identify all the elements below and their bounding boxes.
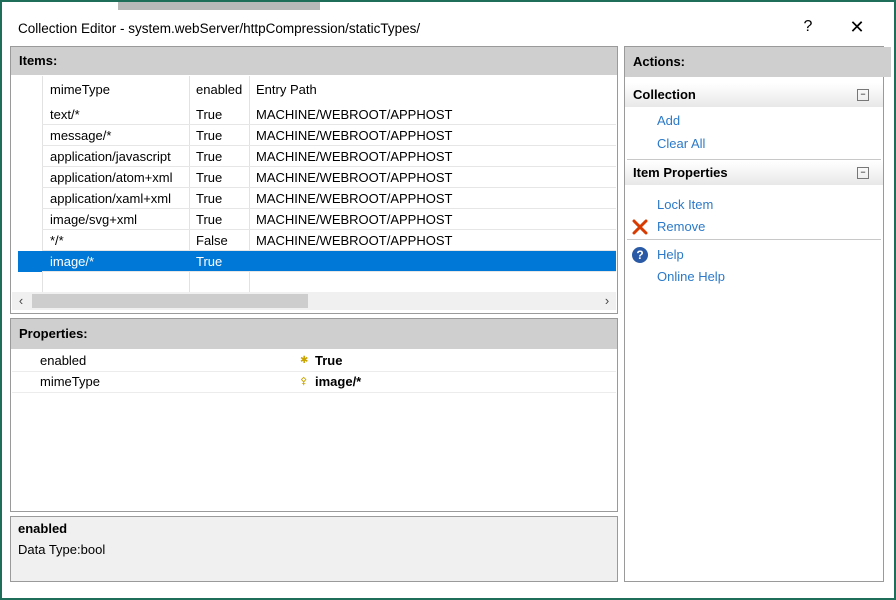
cell-enabled: True xyxy=(196,170,223,185)
properties-grid[interactable]: enabled ✱ True mimeType ⚴ image/* xyxy=(12,350,616,394)
table-row[interactable]: text/* True MACHINE/WEBROOT/APPHOST xyxy=(12,104,616,125)
items-grid[interactable]: mimeType enabled Entry Path text/* True MA… xyxy=(12,76,616,292)
window-title: Collection Editor - system.webServer/htt… xyxy=(18,21,421,36)
property-name: mimeType xyxy=(40,374,100,389)
cell-entry-path: MACHINE/WEBROOT/APPHOST xyxy=(256,170,453,185)
collection-title: Collection xyxy=(633,87,696,102)
cell-mimetype: message/* xyxy=(50,128,112,143)
close-button[interactable]: ✕ xyxy=(843,14,871,40)
cell-entry-path: MACHINE/WEBROOT/APPHOST xyxy=(256,128,453,143)
scroll-left-icon[interactable]: ‹ xyxy=(12,292,30,310)
column-header-mimetype[interactable]: mimeType xyxy=(50,76,110,104)
online-help-link[interactable]: Online Help xyxy=(657,269,725,284)
table-row[interactable]: message/* True MACHINE/WEBROOT/APPHOST xyxy=(12,125,616,146)
column-header-entry-path[interactable]: Entry Path xyxy=(256,76,317,104)
cell-mimetype: image/* xyxy=(50,254,95,269)
description-title: enabled xyxy=(18,521,68,536)
cell-entry-path: MACHINE/WEBROOT/APPHOST xyxy=(256,191,453,206)
cell-mimetype: application/atom+xml xyxy=(50,170,173,185)
remove-icon xyxy=(632,219,648,235)
table-row[interactable]: image/svg+xml True MACHINE/WEBROOT/APPHOST xyxy=(12,209,616,230)
cell-enabled: True xyxy=(196,212,223,227)
cell-entry-path: MACHINE/WEBROOT/APPHOST xyxy=(256,233,453,248)
description-text: Data Type:bool xyxy=(18,542,106,557)
scroll-right-icon[interactable]: › xyxy=(598,292,616,310)
row-divider xyxy=(42,271,616,272)
column-header-enabled[interactable]: enabled xyxy=(196,76,242,104)
cell-mimetype: text/* xyxy=(50,107,80,122)
grid-header-row: mimeType enabled Entry Path xyxy=(12,76,616,104)
table-row[interactable]: application/javascript True MACHINE/WEBROO… xyxy=(12,146,616,167)
cell-mimetype: image/svg+xml xyxy=(50,212,138,227)
section-divider xyxy=(627,239,881,240)
property-value[interactable]: image/* xyxy=(315,371,361,392)
cell-entry-path: MACHINE/WEBROOT/APPHOST xyxy=(256,212,453,227)
table-row[interactable]: */* False MACHINE/WEBROOT/APPHOST xyxy=(12,230,616,251)
properties-header: Properties: xyxy=(11,319,617,349)
cell-enabled: True xyxy=(196,107,223,122)
cell-entry-path: MACHINE/WEBROOT/APPHOST xyxy=(256,107,453,122)
collapse-icon[interactable]: − xyxy=(857,89,869,101)
collection-section[interactable]: Collection − xyxy=(625,83,883,107)
help-icon: ? xyxy=(632,247,648,263)
property-value[interactable]: True xyxy=(315,350,342,371)
remove-link[interactable]: Remove xyxy=(657,219,705,234)
drag-strip xyxy=(118,2,320,10)
item-properties-section[interactable]: Item Properties − xyxy=(625,161,883,185)
cell-mimetype: application/javascript xyxy=(50,149,171,164)
actions-header: Actions: xyxy=(625,47,891,77)
collapse-icon[interactable]: − xyxy=(857,167,869,179)
cell-mimetype: application/xaml+xml xyxy=(50,191,172,206)
cell-mimetype: */* xyxy=(50,233,64,248)
help-link[interactable]: Help xyxy=(657,247,684,262)
cell-enabled: True xyxy=(196,191,223,206)
cell-entry-path: MACHINE/WEBROOT/APPHOST xyxy=(256,149,453,164)
item-properties-title: Item Properties xyxy=(633,165,728,180)
cell-enabled: True xyxy=(196,128,223,143)
scrollbar-thumb[interactable] xyxy=(32,294,308,308)
cell-enabled: True xyxy=(196,254,223,269)
property-row[interactable]: mimeType ⚴ image/* xyxy=(12,371,616,393)
section-divider xyxy=(627,159,881,160)
table-row[interactable]: application/atom+xml True MACHINE/WEBROOT/… xyxy=(12,167,616,188)
key-icon: ⚴ xyxy=(300,376,308,387)
svg-text:?: ? xyxy=(636,248,643,262)
property-row[interactable]: enabled ✱ True xyxy=(12,350,616,372)
property-name: enabled xyxy=(40,353,87,368)
items-header: Items: xyxy=(11,47,617,75)
cell-enabled: False xyxy=(196,233,228,248)
cell-enabled: True xyxy=(196,149,223,164)
add-link[interactable]: Add xyxy=(657,113,680,128)
clear-all-link[interactable]: Clear All xyxy=(657,136,705,151)
table-row[interactable]: image/* True xyxy=(18,251,616,272)
table-row[interactable]: application/xaml+xml True MACHINE/WEBROOT/… xyxy=(12,188,616,209)
actions-pane: Actions: Collection − Add Clear All Item… xyxy=(624,46,891,582)
horizontal-scrollbar[interactable]: ‹ › xyxy=(12,292,616,310)
required-icon: ✱ xyxy=(300,355,309,366)
help-button[interactable]: ? xyxy=(796,14,820,40)
lock-item-link[interactable]: Lock Item xyxy=(657,197,713,212)
